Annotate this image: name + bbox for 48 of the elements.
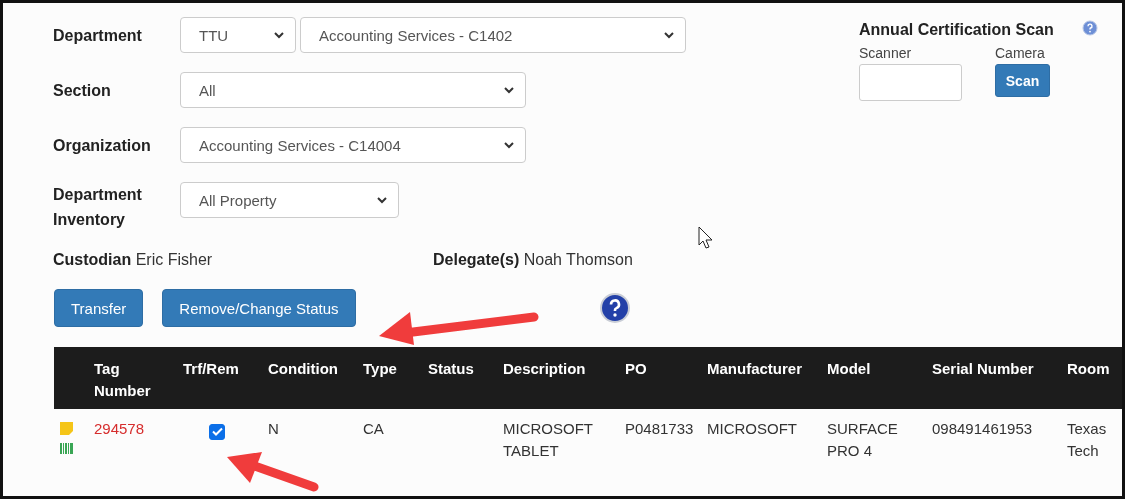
chevron-down-icon [663,31,675,39]
chevron-down-icon [503,141,515,149]
field-label: Department Inventory [53,185,143,230]
column-header: Description [503,347,625,409]
barcode-icon[interactable] [60,443,73,454]
chevron-down-icon [376,196,388,204]
table-cell: SURFACE PRO 4 [827,420,898,459]
table-cell: MICROSOFT [707,420,797,437]
column-header: PO [625,347,707,409]
column-header: Model [827,347,932,409]
field-label: Camera [995,45,1046,61]
field-label: Department [53,25,143,46]
column-header: Type [363,347,428,409]
action-button[interactable]: Transfer [54,289,144,327]
table-cell: MICROSOFT TABLET [503,420,593,459]
table-cell: Texas Tech [1067,420,1107,459]
column-header: Trf/Rem [183,347,268,409]
scan-button[interactable]: Scan [995,64,1050,97]
help-icon[interactable] [599,293,630,323]
table-cell: P0481733 [625,420,694,437]
chevron-down-icon [273,31,285,39]
dropdown-field[interactable]: Accounting Services - C14004 [180,127,526,163]
column-header: Status [428,347,503,409]
checkbox[interactable] [209,423,225,440]
note-icon[interactable] [60,422,73,435]
chevron-down-icon [503,86,515,94]
table-cell: N [268,420,279,437]
column-header: Room [1067,347,1122,409]
column-header: Condition [268,347,363,409]
field-label: Organization [53,135,152,156]
tag-number-link[interactable]: 294578 [94,409,183,462]
section-title: Annual Certification Scan [859,21,1054,39]
field-label: Scanner [859,45,913,61]
dropdown-field[interactable]: All [180,72,526,108]
column-header: Serial Number [932,347,1067,409]
dropdown-field[interactable]: TTU [180,17,296,53]
dropdown-field[interactable]: Accounting Services - C1402 [300,17,686,53]
delegate-text: Delegate(s) Noah Thomson [433,251,634,269]
custodian-text: Custodian Eric Fisher [53,251,214,269]
dropdown-field[interactable]: All Property [180,182,399,218]
column-header: Tag Number [94,347,183,409]
field-label: Section [53,80,112,101]
table-cell: CA [363,420,384,437]
column-header: Manufacturer [707,347,827,409]
scanner-input[interactable] [859,64,962,101]
action-button[interactable]: Remove/Change Status [162,289,356,327]
table-cell: 098491461953 [932,420,1033,437]
cursor-icon [698,226,713,249]
